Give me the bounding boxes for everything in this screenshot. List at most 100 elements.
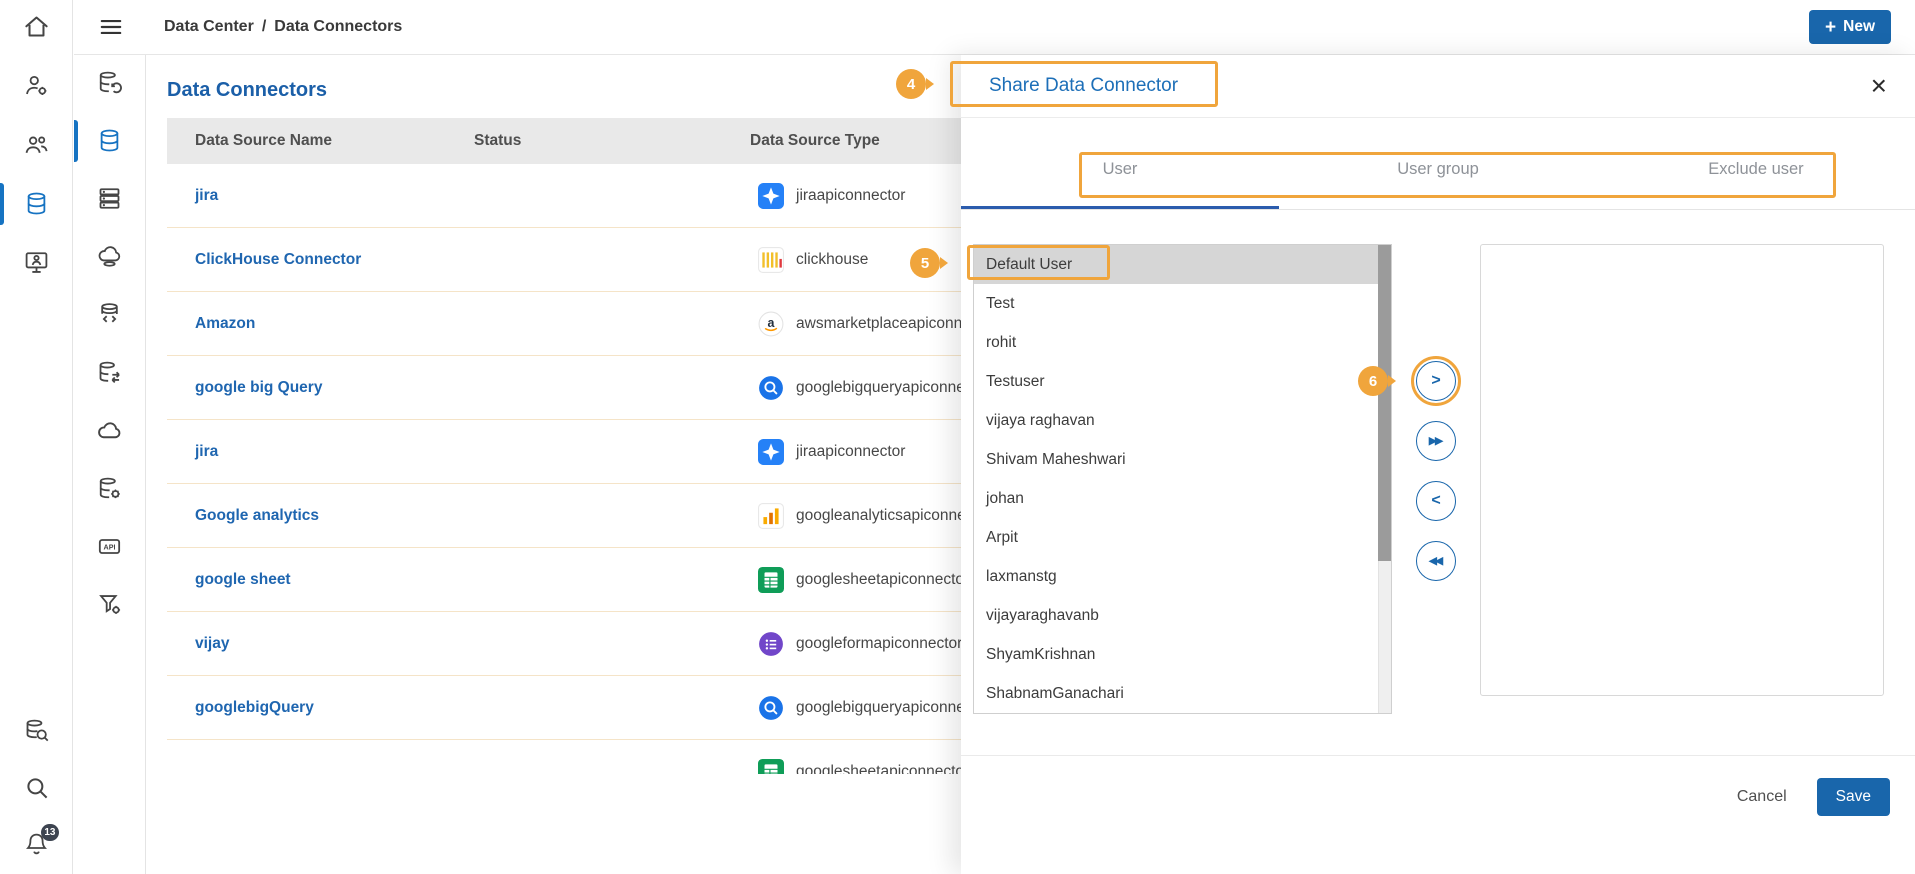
breadcrumb: Data Center / Data Connectors — [164, 18, 402, 36]
available-users-items: Default User Test rohit Testuser vijaya … — [974, 245, 1378, 713]
sidebar-item-database-sync[interactable] — [74, 69, 145, 96]
sidebar-item-user-dashboard[interactable] — [0, 249, 72, 276]
sheets-icon — [758, 759, 784, 775]
data-source-name-link[interactable]: Google analytics — [167, 507, 474, 525]
database-sync-icon — [96, 69, 123, 96]
data-source-name-link[interactable]: Amazon — [167, 315, 474, 333]
analytics-icon — [758, 503, 784, 529]
move-all-right-icon: ▶▶ — [1429, 435, 1441, 447]
column-header-status[interactable]: Status — [474, 132, 750, 150]
topbar: Data Center / Data Connectors + New — [74, 0, 1915, 55]
user-list-item[interactable]: Default User — [974, 245, 1378, 284]
new-button[interactable]: + New — [1809, 10, 1891, 44]
user-list-item[interactable]: vijayaraghavanb — [974, 596, 1378, 635]
data-source-type: jiraapiconnector — [796, 187, 905, 205]
user-list-item[interactable]: Arpit — [974, 518, 1378, 557]
sidebar-item-home[interactable] — [0, 13, 72, 40]
breadcrumb-data-connectors[interactable]: Data Connectors — [274, 18, 402, 36]
primary-sidebar-top — [0, 13, 72, 276]
user-list-item[interactable]: Test — [974, 284, 1378, 323]
scrollbar-thumb[interactable] — [1378, 245, 1391, 561]
move-left-button[interactable]: < — [1416, 481, 1456, 521]
data-center-icon — [23, 190, 50, 217]
sidebar-item-data-center[interactable] — [0, 190, 72, 217]
sidebar-item-cloud-database[interactable] — [74, 243, 145, 270]
sidebar-item-cloud[interactable] — [74, 417, 145, 444]
drawer-title: Share Data Connector — [989, 75, 1178, 97]
sidebar-item-server[interactable] — [74, 185, 145, 212]
secondary-sidebar — [74, 55, 146, 874]
cloud-database-icon — [96, 243, 123, 270]
forms-icon — [758, 631, 784, 657]
assigned-users-list[interactable] — [1480, 244, 1884, 696]
sidebar-item-data-search[interactable] — [0, 717, 72, 744]
data-search-icon — [23, 717, 50, 744]
bigquery-icon — [758, 375, 784, 401]
stream-filter-icon — [96, 591, 123, 618]
sidebar-item-database-settings[interactable] — [74, 475, 145, 502]
tab-user-group[interactable]: User group — [1279, 118, 1597, 209]
data-source-name-link[interactable]: jira — [167, 443, 474, 461]
transfer-buttons: > ▶▶ < ◀◀ — [1416, 361, 1456, 581]
data-source-name-link[interactable]: google big Query — [167, 379, 474, 397]
tab-user[interactable]: User — [961, 118, 1279, 209]
sidebar-item-user-admin[interactable] — [0, 72, 72, 99]
share-data-connector-drawer: Share Data Connector × User User group E… — [961, 55, 1915, 874]
footer-divider — [961, 755, 1915, 756]
sidebar-item-data-connectors[interactable] — [74, 127, 145, 154]
move-right-button[interactable]: > — [1416, 361, 1456, 401]
user-list-item[interactable]: laxmanstg — [974, 557, 1378, 596]
column-header-data-source-name[interactable]: Data Source Name — [167, 132, 474, 150]
data-source-name-link[interactable]: vijay — [167, 635, 474, 653]
close-button[interactable]: × — [1871, 72, 1887, 100]
sidebar-item-api[interactable] — [74, 533, 145, 560]
user-list-item[interactable]: rohit — [974, 323, 1378, 362]
amazon-icon — [758, 311, 784, 337]
jira-icon — [758, 439, 784, 465]
cloud-icon — [96, 417, 123, 444]
sheets-icon — [758, 567, 784, 593]
user-list-item[interactable]: vijaya raghavan — [974, 401, 1378, 440]
breadcrumb-data-center[interactable]: Data Center — [164, 18, 254, 36]
user-list-item[interactable]: ShyamKrishnan — [974, 635, 1378, 674]
user-list-item[interactable]: Shivam Maheshwari — [974, 440, 1378, 479]
close-icon: × — [1871, 70, 1887, 101]
scrollbar-track[interactable] — [1378, 245, 1391, 713]
sidebar-item-database-transfer[interactable] — [74, 359, 145, 386]
data-source-type: jiraapiconnector — [796, 443, 905, 461]
sidebar-item-database-code[interactable] — [74, 301, 145, 328]
move-all-left-button[interactable]: ◀◀ — [1416, 541, 1456, 581]
move-all-right-button[interactable]: ▶▶ — [1416, 421, 1456, 461]
drawer-tabs: User User group Exclude user — [961, 118, 1915, 210]
data-source-type: googlesheetapiconnector — [796, 571, 969, 589]
user-list-item[interactable]: Testuser — [974, 362, 1378, 401]
jira-icon — [758, 183, 784, 209]
drawer-footer: Cancel Save — [1737, 778, 1890, 816]
database-transfer-icon — [96, 359, 123, 386]
save-button[interactable]: Save — [1817, 778, 1890, 816]
data-source-type: googlesheetapiconnector — [796, 763, 969, 775]
plus-icon: + — [1825, 18, 1836, 37]
drawer-header: Share Data Connector × — [961, 55, 1915, 118]
primary-sidebar-bottom: 13 — [0, 717, 72, 874]
available-users-list: Default User Test rohit Testuser vijaya … — [973, 244, 1392, 714]
data-source-type: clickhouse — [796, 251, 868, 269]
move-left-icon: < — [1431, 492, 1440, 510]
data-source-name-link[interactable]: google sheet — [167, 571, 474, 589]
breadcrumb-separator: / — [262, 18, 266, 36]
new-button-label: New — [1843, 18, 1875, 36]
sidebar-item-notifications[interactable]: 13 — [0, 831, 72, 858]
data-source-name-link[interactable]: ClickHouse Connector — [167, 251, 474, 269]
cancel-button[interactable]: Cancel — [1737, 788, 1787, 806]
user-list-item[interactable]: johan — [974, 479, 1378, 518]
data-source-name-link[interactable]: googlebigQuery — [167, 699, 474, 717]
sidebar-item-stream-filter[interactable] — [74, 591, 145, 618]
move-all-left-icon: ◀◀ — [1429, 555, 1441, 567]
data-source-name-link[interactable]: jira — [167, 187, 474, 205]
menu-button[interactable] — [98, 14, 124, 40]
tab-exclude-user[interactable]: Exclude user — [1597, 118, 1915, 209]
sidebar-item-search[interactable] — [0, 774, 72, 801]
user-list-item[interactable]: ShabnamGanachari — [974, 674, 1378, 713]
sidebar-item-user-groups[interactable] — [0, 131, 72, 158]
data-source-type: googleformapiconnector — [796, 635, 962, 653]
